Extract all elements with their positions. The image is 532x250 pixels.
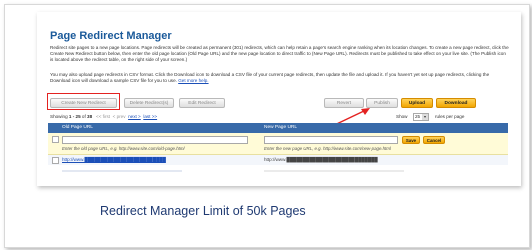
image-caption: Redirect Manager Limit of 50k Pages: [100, 204, 306, 218]
col-old-url: Old Page URL: [62, 125, 93, 130]
row-checkbox[interactable]: [52, 157, 59, 164]
col-new-url: New Page URL: [264, 125, 298, 130]
description-text-1: Redirect site pages to a new page locati…: [50, 45, 509, 62]
pager-text: Showing 1 - 25 of 38 << first < prev nex…: [50, 114, 158, 119]
row-checkbox[interactable]: [52, 136, 59, 143]
edit-redirect-button[interactable]: Edit Redirect: [179, 98, 225, 108]
create-button-highlight: [47, 93, 120, 110]
pager-last-link[interactable]: last >>: [143, 114, 157, 119]
get-more-help-link[interactable]: Get more help.: [178, 78, 208, 83]
old-url-hint: Enter the old page URL, e.g. http://www.…: [62, 146, 185, 151]
upload-button[interactable]: Upload: [401, 98, 433, 108]
pager-first: << first: [96, 114, 111, 119]
row-new-url: http://www.████████████████████████████: [264, 157, 378, 162]
csv-paragraph: You may also upload page redirects in CS…: [50, 72, 510, 84]
delete-redirects-button[interactable]: Delete Redirect(s): [124, 98, 174, 108]
per-page-select[interactable]: 25 ▾: [413, 113, 429, 121]
redirect-table-header: Old Page URL New Page URL: [48, 123, 508, 133]
download-button[interactable]: Download: [436, 98, 476, 108]
new-url-hint: Enter the new page URL, e.g. http://www.…: [264, 146, 391, 151]
old-url-input[interactable]: [62, 136, 248, 144]
pager-prev: < prev: [112, 114, 126, 119]
show-label: Show: [396, 114, 408, 119]
rules-per-page-label: rules per page: [435, 114, 465, 119]
row-old-url[interactable]: http://www.█████████████████████████: [62, 155, 166, 165]
faded-rows: [48, 166, 508, 176]
cancel-button[interactable]: Cancel: [423, 136, 445, 144]
chevron-down-icon: ▾: [422, 114, 428, 120]
table-row[interactable]: http://www.█████████████████████████ htt…: [48, 155, 508, 165]
new-redirect-row: Enter the old page URL, e.g. http://www.…: [48, 133, 508, 155]
page-title: Page Redirect Manager: [50, 30, 172, 42]
new-url-input[interactable]: [264, 136, 398, 144]
pager-next-link[interactable]: next >: [128, 114, 141, 119]
per-page-value: 25: [415, 114, 421, 119]
save-button[interactable]: Save: [402, 136, 420, 144]
description-paragraph: Redirect site pages to a new page locati…: [50, 45, 510, 63]
pager-bar: Showing 1 - 25 of 38 << first < prev nex…: [48, 112, 508, 122]
description-text-2: You may also upload page redirects in CS…: [50, 72, 490, 83]
